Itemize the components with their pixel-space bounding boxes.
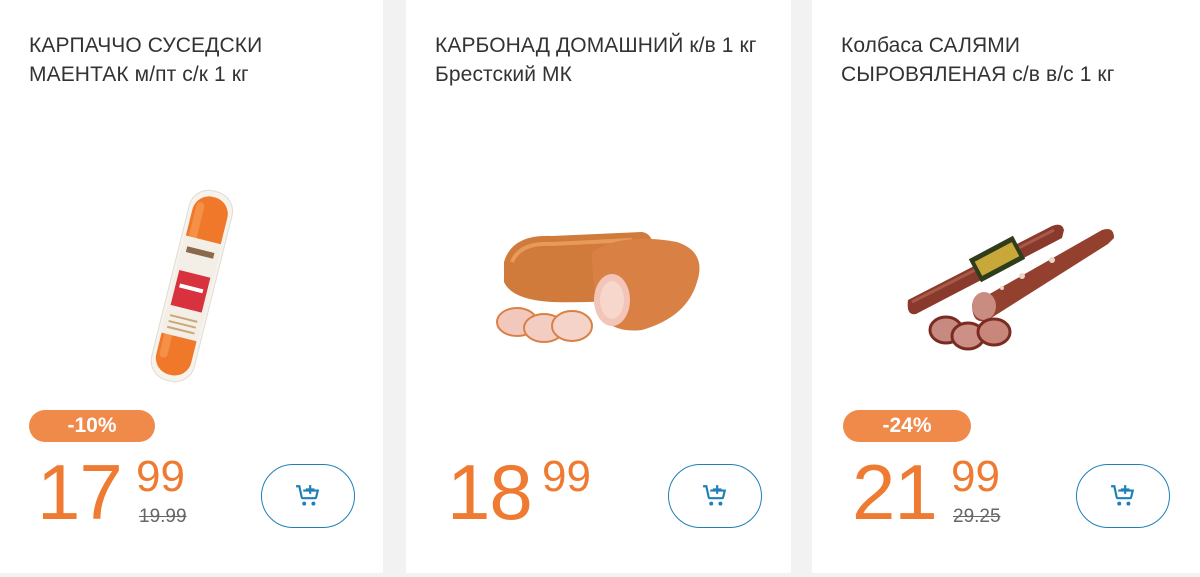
cart-plus-icon: [703, 485, 727, 506]
product-image[interactable]: [130, 178, 250, 393]
cart-plus-icon: [296, 485, 320, 506]
product-title[interactable]: КАРБОНАД ДОМАШНИЙ к/в 1 кг Брестский МК: [435, 31, 765, 89]
product-card[interactable]: Колбаса САЛЯМИ СЫРОВЯЛЕНАЯ с/в в/с 1 кг …: [812, 0, 1200, 573]
product-image[interactable]: [902, 218, 1122, 353]
add-to-cart-button[interactable]: [668, 464, 762, 528]
price-fraction: 99: [542, 452, 591, 501]
product-card[interactable]: КАРБОНАД ДОМАШНИЙ к/в 1 кг Брестский МК …: [406, 0, 791, 573]
add-to-cart-button[interactable]: [261, 464, 355, 528]
price-whole: 21: [852, 448, 938, 536]
product-title[interactable]: Колбаса САЛЯМИ СЫРОВЯЛЕНАЯ с/в в/с 1 кг: [841, 31, 1171, 89]
cart-plus-icon: [1111, 485, 1135, 506]
old-price: 29.25: [953, 506, 1001, 527]
discount-badge: -24%: [843, 410, 971, 442]
product-image[interactable]: [492, 222, 712, 352]
old-price: 19.99: [139, 506, 187, 527]
price-whole: 18: [447, 448, 533, 536]
discount-badge: -10%: [29, 410, 155, 442]
product-card[interactable]: КАРПАЧЧО СУСЕДСКИ МАЕНТАК м/пт с/к 1 кг …: [0, 0, 383, 573]
price-whole: 17: [37, 448, 123, 536]
price-fraction: 99: [136, 452, 185, 501]
product-title[interactable]: КАРПАЧЧО СУСЕДСКИ МАЕНТАК м/пт с/к 1 кг: [29, 31, 359, 89]
add-to-cart-button[interactable]: [1076, 464, 1170, 528]
price-fraction: 99: [951, 452, 1000, 501]
